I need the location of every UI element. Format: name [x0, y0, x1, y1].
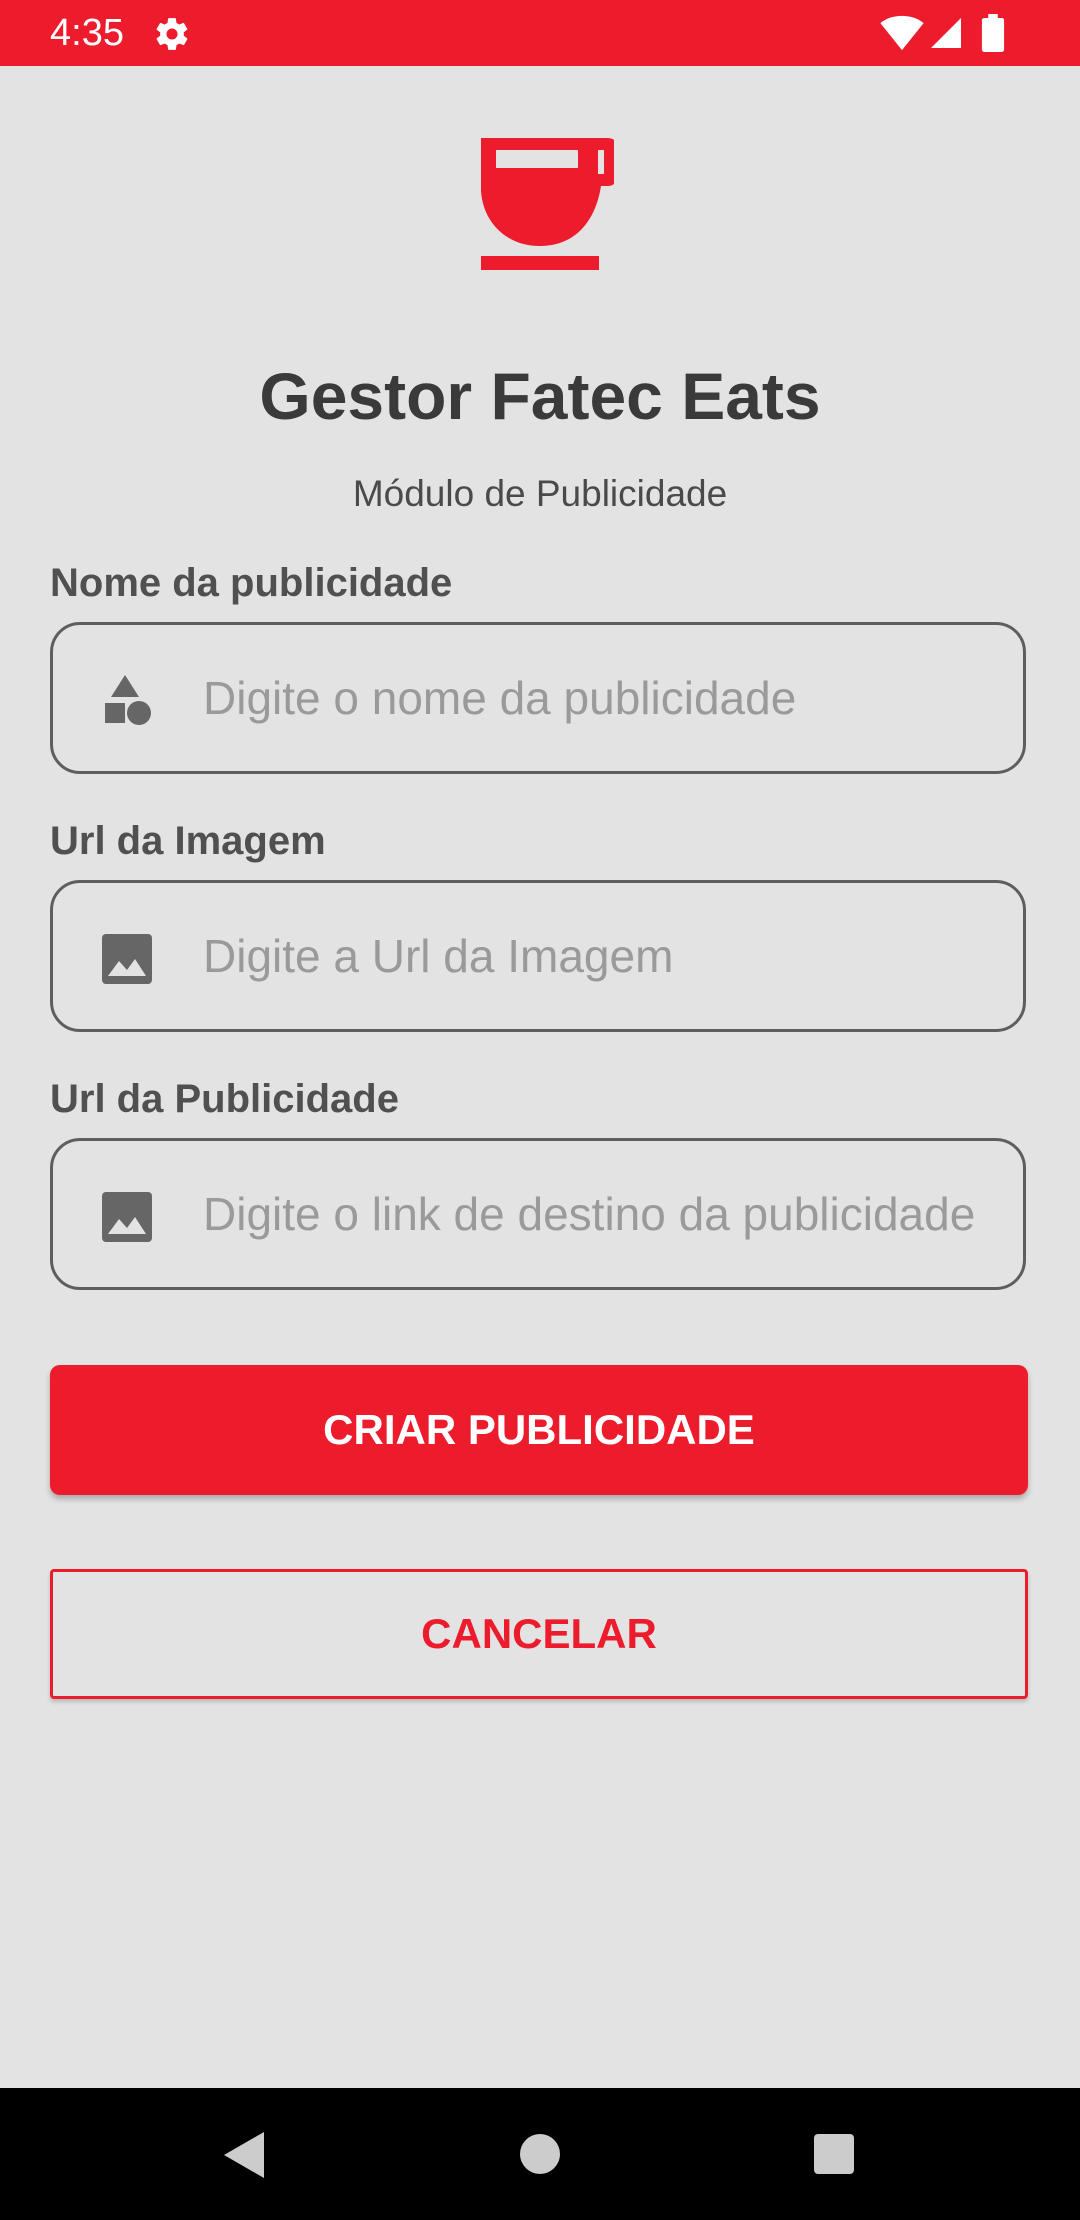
ad-url-input[interactable]	[203, 1141, 1013, 1287]
signal-icon	[931, 18, 961, 48]
wifi-icon	[880, 15, 924, 51]
status-bar: 4:35	[0, 0, 1080, 66]
navigation-bar	[0, 2088, 1080, 2220]
create-ad-button[interactable]: CRIAR PUBLICIDADE	[50, 1365, 1028, 1495]
image-url-field-container	[50, 880, 1026, 1032]
image-url-input[interactable]	[203, 883, 1013, 1029]
recents-icon[interactable]	[812, 2132, 856, 2176]
status-time: 4:35	[50, 12, 124, 54]
back-icon[interactable]	[222, 2130, 268, 2180]
ad-url-field-container	[50, 1138, 1026, 1290]
field-label-image-url: Url da Imagem	[50, 819, 326, 863]
coffee-cup-icon	[481, 138, 614, 270]
app-subtitle: Módulo de Publicidade	[352, 473, 728, 514]
gear-icon	[156, 18, 188, 50]
battery-icon	[981, 14, 1005, 52]
field-label-ad-name: Nome da publicidade	[50, 561, 453, 605]
ad-name-field-container	[50, 622, 1026, 774]
field-label-ad-url: Url da Publicidade	[50, 1077, 399, 1121]
shapes-icon	[105, 675, 151, 725]
ad-name-input[interactable]	[203, 625, 1013, 771]
home-icon[interactable]	[518, 2132, 562, 2176]
image-icon	[102, 1192, 152, 1242]
app-title: Gestor Fatec Eats	[259, 359, 821, 433]
image-icon	[102, 934, 152, 984]
cancel-button[interactable]: CANCELAR	[50, 1569, 1028, 1699]
